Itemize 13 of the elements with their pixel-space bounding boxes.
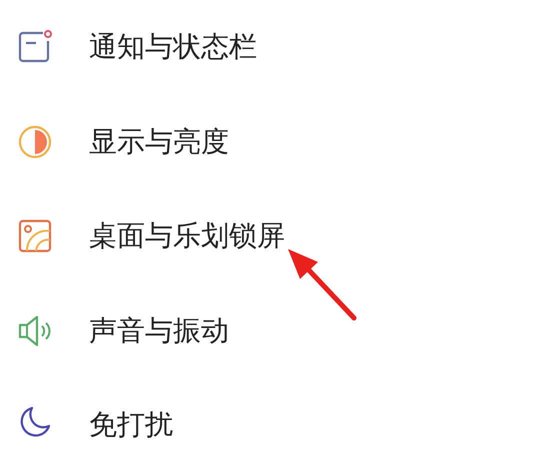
item-label: 免打扰 [89, 407, 173, 443]
settings-item[interactable]: 通知与状态栏 [0, 0, 534, 94]
item-label: 通知与状态栏 [89, 29, 257, 66]
settings-item[interactable]: 显示与亮度 [0, 94, 534, 189]
item-label: 桌面与乐划锁屏 [89, 218, 285, 254]
item-label: 显示与亮度 [89, 124, 229, 160]
settings-item[interactable]: 声音与振动 [0, 284, 534, 378]
item-label: 声音与振动 [89, 312, 229, 349]
half-circle-icon [17, 124, 53, 160]
settings-item[interactable]: 免打扰 [0, 378, 534, 458]
arrow-drawing [288, 249, 356, 320]
settings-item[interactable]: 桌面与乐划锁屏 [0, 189, 534, 284]
image-icon [17, 218, 53, 254]
